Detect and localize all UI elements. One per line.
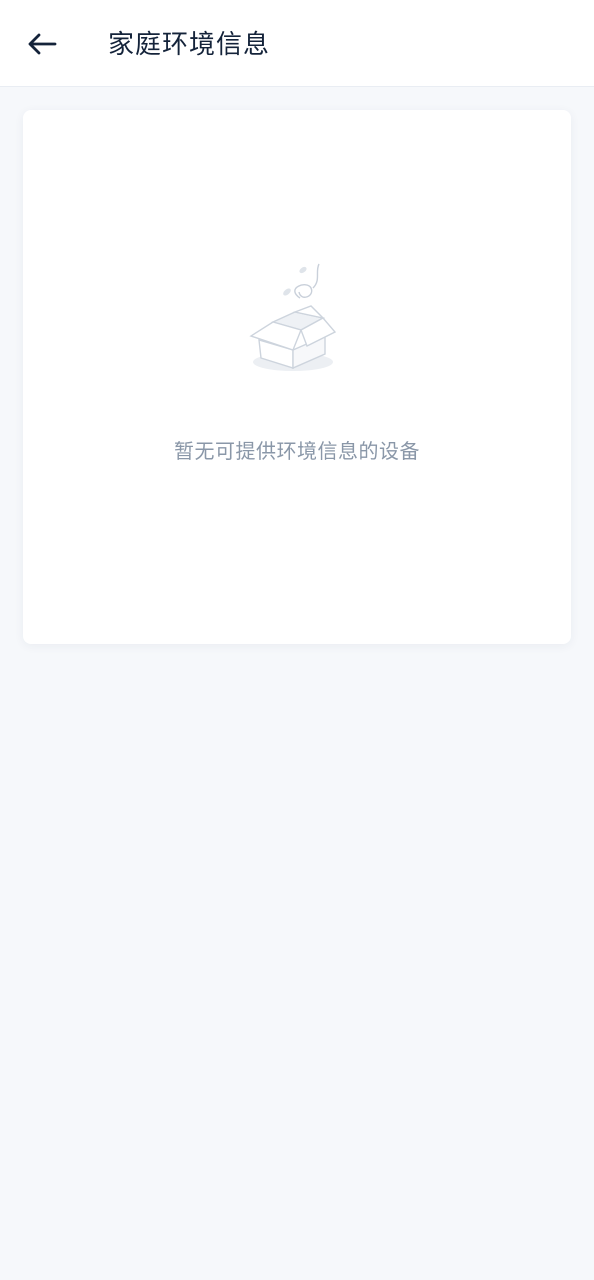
empty-box-icon — [249, 263, 337, 371]
arrow-left-icon — [28, 33, 57, 55]
empty-state-message: 暂无可提供环境信息的设备 — [174, 439, 420, 463]
app-bar: 家庭环境信息 — [0, 0, 594, 87]
back-button[interactable] — [20, 24, 64, 64]
empty-state-card: 暂无可提供环境信息的设备 — [23, 110, 571, 644]
page-title: 家庭环境信息 — [108, 30, 271, 60]
